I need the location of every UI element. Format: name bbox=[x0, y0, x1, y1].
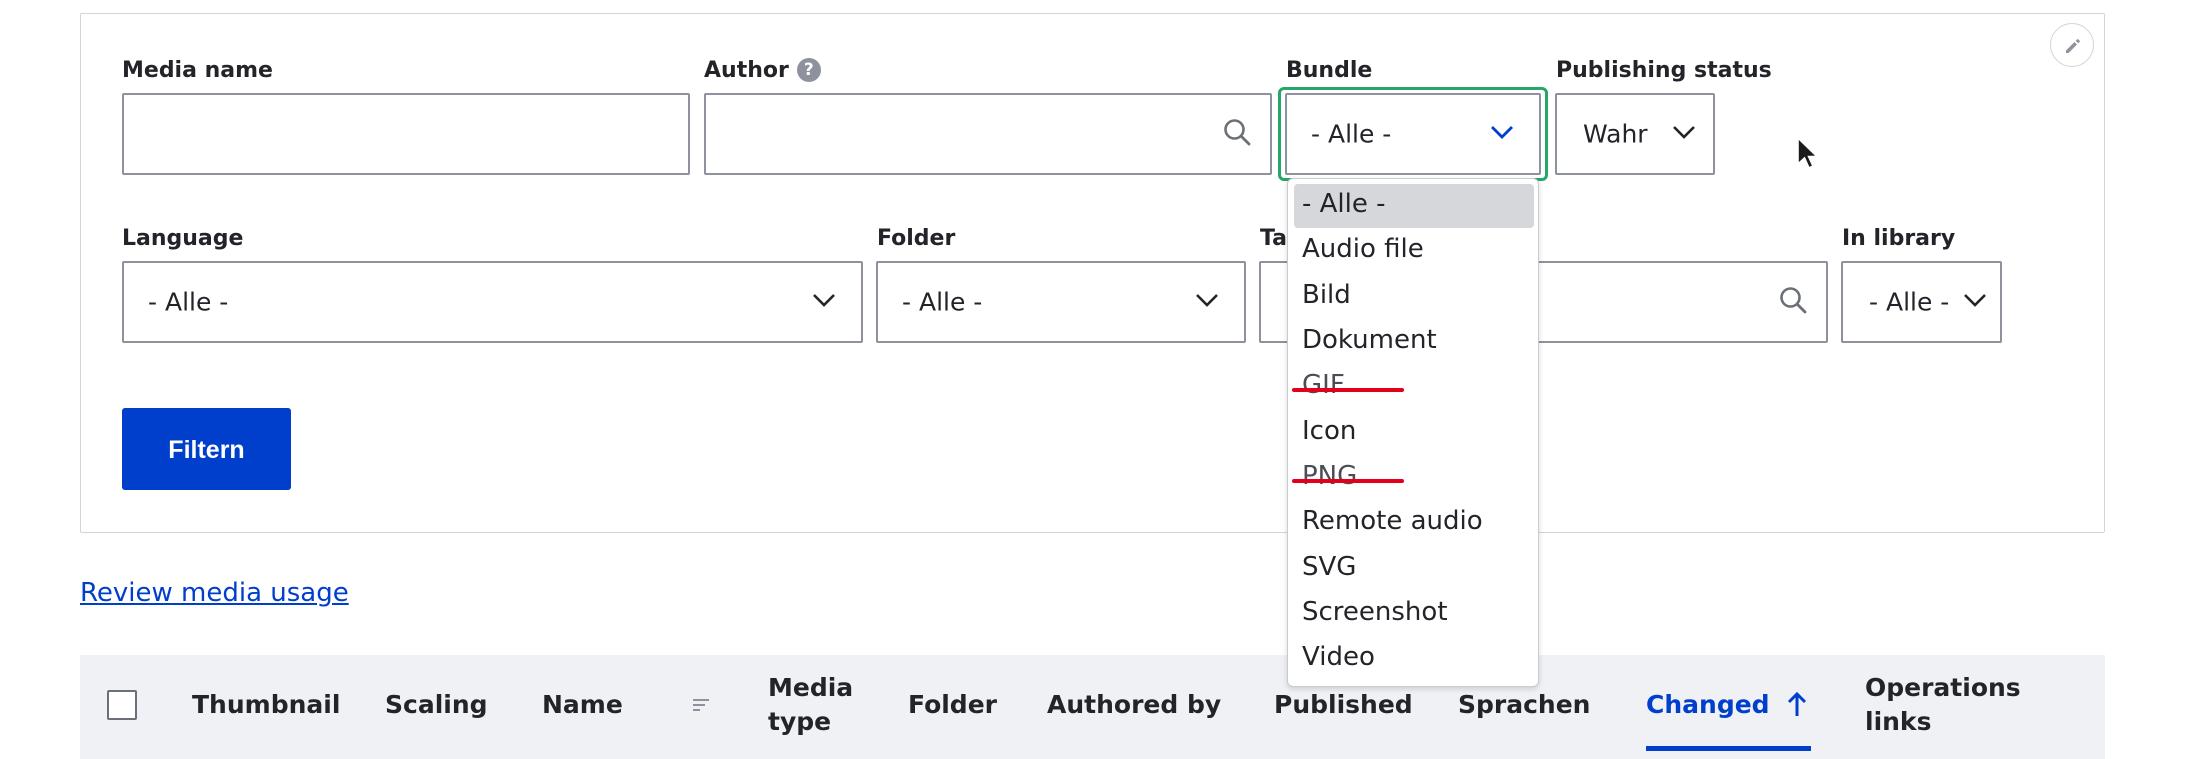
column-scaling[interactable]: Scaling bbox=[385, 690, 488, 719]
help-icon[interactable]: ? bbox=[796, 58, 821, 82]
chevron-down-icon bbox=[1962, 292, 1988, 312]
publishing-status-value: Wahr bbox=[1583, 119, 1648, 149]
folder-select[interactable]: - Alle - bbox=[876, 261, 1246, 343]
in-library-select-value: - Alle - bbox=[1869, 287, 1950, 317]
mouse-pointer-icon bbox=[1796, 136, 1822, 176]
column-operations-line2: links bbox=[1865, 707, 1932, 736]
column-sprachen[interactable]: Sprachen bbox=[1458, 690, 1590, 719]
in-library-label: In library bbox=[1842, 226, 1956, 251]
chevron-down-icon bbox=[1194, 292, 1220, 312]
filter-submit-button[interactable]: Filtern bbox=[122, 408, 291, 490]
column-media-type[interactable]: Media type bbox=[768, 671, 853, 739]
language-select-value: - Alle - bbox=[148, 287, 229, 317]
bundle-select-value: - Alle - bbox=[1311, 119, 1392, 149]
media-name-input[interactable] bbox=[122, 93, 690, 175]
language-label: Language bbox=[122, 226, 244, 251]
column-thumbnail[interactable]: Thumbnail bbox=[192, 690, 340, 719]
language-select[interactable]: - Alle - bbox=[122, 261, 863, 343]
edit-button[interactable] bbox=[2050, 23, 2094, 67]
chevron-down-icon bbox=[1671, 124, 1697, 144]
column-media-type-line2: type bbox=[768, 707, 832, 736]
publishing-status-label: Publishing status bbox=[1556, 58, 1772, 83]
column-published[interactable]: Published bbox=[1274, 690, 1413, 719]
bundle-label: Bundle bbox=[1286, 58, 1373, 83]
author-input[interactable] bbox=[704, 93, 1272, 175]
in-library-select[interactable]: - Alle - bbox=[1841, 261, 2002, 343]
search-icon bbox=[1222, 117, 1252, 151]
search-icon bbox=[1778, 285, 1808, 319]
bundle-dropdown-list: - Alle - Audio file Bild Dokument GIF Ic… bbox=[1287, 178, 1539, 687]
bundle-option[interactable]: Dokument bbox=[1302, 325, 1437, 355]
chevron-down-icon bbox=[1489, 124, 1515, 144]
select-all-checkbox[interactable] bbox=[107, 690, 137, 720]
arrow-up-icon bbox=[1786, 691, 1808, 723]
sort-icon[interactable] bbox=[690, 696, 712, 718]
bundle-option[interactable]: Remote audio bbox=[1302, 506, 1483, 536]
folder-select-value: - Alle - bbox=[902, 287, 983, 317]
folder-label: Folder bbox=[877, 226, 956, 251]
column-folder[interactable]: Folder bbox=[908, 690, 997, 719]
bundle-option[interactable]: GIF bbox=[1302, 370, 1345, 400]
column-changed[interactable]: Changed bbox=[1646, 690, 1770, 719]
chevron-down-icon bbox=[811, 292, 837, 312]
column-media-type-line1: Media bbox=[768, 673, 854, 702]
column-operations-links: Operations links bbox=[1865, 671, 2021, 739]
bundle-option[interactable]: Video bbox=[1302, 642, 1375, 672]
review-media-usage-link[interactable]: Review media usage bbox=[80, 578, 349, 608]
bundle-option[interactable]: Audio file bbox=[1302, 234, 1424, 264]
active-sort-indicator bbox=[1646, 746, 1811, 751]
bundle-option[interactable]: SVG bbox=[1302, 552, 1356, 582]
bundle-option[interactable]: PNG bbox=[1302, 461, 1357, 491]
bundle-option[interactable]: Bild bbox=[1302, 280, 1351, 310]
tags-label: Ta bbox=[1260, 226, 1288, 251]
author-label: Author? bbox=[704, 58, 821, 83]
column-name[interactable]: Name bbox=[542, 690, 623, 719]
bundle-option[interactable]: Icon bbox=[1302, 416, 1356, 446]
bundle-option[interactable]: Screenshot bbox=[1302, 597, 1448, 627]
bundle-option[interactable]: - Alle - bbox=[1302, 189, 1386, 219]
publishing-status-select[interactable]: Wahr bbox=[1555, 93, 1715, 175]
bundle-select[interactable]: - Alle - bbox=[1285, 93, 1541, 175]
strikethrough-mark bbox=[1292, 479, 1404, 483]
media-name-label: Media name bbox=[122, 58, 273, 83]
author-label-text: Author bbox=[704, 58, 789, 83]
column-authored-by[interactable]: Authored by bbox=[1047, 690, 1221, 719]
column-operations-line1: Operations bbox=[1865, 673, 2021, 702]
strikethrough-mark bbox=[1292, 388, 1404, 392]
